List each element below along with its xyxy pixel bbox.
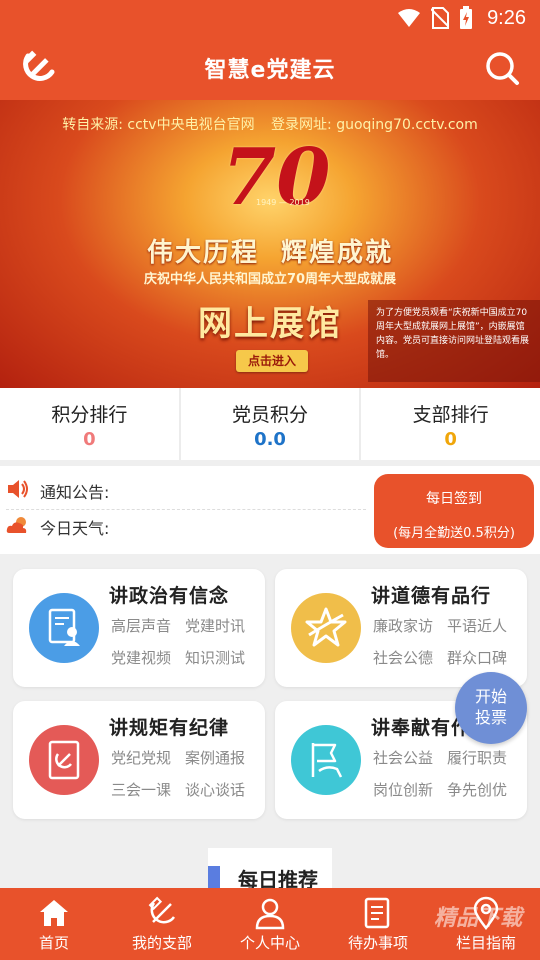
card-link[interactable]: 高层声音 [111, 615, 171, 636]
app-header: 智慧e党建云 [0, 36, 540, 100]
checkin-title: 每日签到 [426, 491, 482, 507]
nav-label: 待办事项 [347, 934, 408, 952]
banner-subtitle: 庆祝中华人民共和国成立70周年大型成就展 [143, 272, 397, 287]
stats-bar: 积分排行 0 党员积分 0.0 支部排行 0 [0, 388, 540, 460]
vote-line-2: 投票 [474, 708, 507, 727]
card-title: 讲规矩有纪律 [109, 717, 230, 739]
enter-button[interactable]: 点击进入 [236, 350, 308, 372]
daily-checkin-button[interactable]: 每日签到 (每月全勤送0.5积分) [374, 474, 534, 548]
card-link[interactable]: 岗位创新 [373, 779, 433, 800]
home-icon [37, 896, 71, 930]
daily-recommend-heading: 每日推荐 [208, 848, 332, 892]
heading-accent-bar [208, 866, 220, 888]
stat-value: 0 [444, 429, 457, 450]
card-link[interactable]: 廉政家访 [373, 615, 433, 636]
card-link[interactable]: 党建时讯 [185, 615, 245, 636]
card-link[interactable]: 社会公益 [373, 747, 433, 768]
card-link[interactable]: 党建视频 [111, 647, 171, 668]
weather-row: 今日天气: [6, 512, 109, 542]
nav-label: 我的支部 [131, 934, 192, 952]
stat-branch-ranking[interactable]: 支部排行 0 [361, 388, 540, 460]
card-link[interactable]: 知识测试 [185, 647, 245, 668]
stat-label: 积分排行 [51, 404, 128, 426]
banner-source-line: 转自来源: cctv中央电视台官网 登录网址: guoqing70.cctv.c… [0, 114, 540, 134]
slogan-right: 辉煌成就 [281, 238, 394, 268]
stat-label: 党员积分 [232, 404, 309, 426]
start-vote-button[interactable]: 开始 投票 [455, 672, 527, 744]
todo-icon [361, 896, 395, 930]
stat-member-points[interactable]: 党员积分 0.0 [181, 388, 362, 460]
nav-label: 栏目指南 [455, 934, 516, 952]
card-politics[interactable]: 讲政治有信念 高层声音 党建时讯 党建视频 知识测试 [13, 569, 265, 687]
wifi-icon [397, 8, 421, 28]
banner-url: 登录网址: guoqing70.cctv.com [271, 117, 478, 133]
slogan-left: 伟大历程 [146, 238, 259, 268]
page-title: 智慧e党建云 [204, 58, 336, 83]
stat-label: 支部排行 [412, 404, 489, 426]
flag-hands-icon [291, 725, 361, 795]
anniversary-emblem: 70 1949 — 2019 [222, 136, 331, 220]
card-link[interactable]: 党纪党规 [111, 747, 171, 768]
card-title: 讲道德有品行 [371, 585, 492, 607]
emblem-number: 70 [222, 132, 331, 223]
weather-icon [6, 515, 30, 539]
weather-label: 今日天气: [40, 519, 110, 538]
emblem-years: 1949 — 2019 [256, 198, 310, 207]
vote-line-1: 开始 [474, 687, 507, 706]
battery-charging-icon [459, 6, 473, 30]
nav-home[interactable]: 首页 [0, 888, 108, 960]
star-icon [291, 593, 361, 663]
nav-label: 个人中心 [239, 934, 300, 952]
promo-banner[interactable]: 转自来源: cctv中央电视台官网 登录网址: guoqing70.cctv.c… [0, 100, 540, 388]
status-bar: 9:26 [0, 0, 540, 36]
card-link[interactable]: 群众口碑 [447, 647, 507, 668]
search-icon[interactable] [484, 50, 520, 86]
divider [6, 509, 366, 510]
clock: 9:26 [487, 6, 526, 29]
card-link[interactable]: 争先创优 [447, 779, 507, 800]
card-morality[interactable]: 讲道德有品行 廉政家访 平语近人 社会公德 群众口碑 [275, 569, 527, 687]
no-sim-icon [431, 7, 450, 29]
document-person-icon [29, 593, 99, 663]
stat-points-ranking[interactable]: 积分排行 0 [0, 388, 181, 460]
card-link[interactable]: 社会公德 [373, 647, 433, 668]
stat-value: 0 [83, 429, 96, 450]
hammer-sickle-icon [145, 896, 179, 930]
card-title: 讲政治有信念 [109, 585, 230, 607]
notice-panel: 通知公告: 今日天气: 每日签到 (每月全勤送0.5积分) [0, 466, 540, 554]
nav-label: 首页 [38, 934, 69, 952]
card-link[interactable]: 履行职责 [447, 747, 507, 768]
announcement-row[interactable]: 通知公告: [6, 476, 109, 506]
nav-todo[interactable]: 待办事项 [324, 888, 432, 960]
watermark: 精品下载 [434, 906, 523, 931]
checkin-subtitle: (每月全勤送0.5积分) [393, 526, 515, 541]
speaker-icon [6, 478, 30, 504]
card-link[interactable]: 谈心谈话 [185, 779, 245, 800]
card-link[interactable]: 三会一课 [111, 779, 171, 800]
party-book-icon [29, 725, 99, 795]
card-link[interactable]: 平语近人 [447, 615, 507, 636]
announcement-label: 通知公告: [40, 483, 110, 502]
nav-my-branch[interactable]: 我的支部 [108, 888, 216, 960]
banner-hall-title: 网上展馆 [198, 304, 342, 344]
user-icon [253, 896, 287, 930]
card-discipline[interactable]: 讲规矩有纪律 党纪党规 案例通报 三会一课 谈心谈话 [13, 701, 265, 819]
banner-note: 为了方便党员观看“庆祝新中国成立70周年大型成就展网上展馆”，内嵌展馆内容。党员… [368, 300, 540, 382]
nav-personal-center[interactable]: 个人中心 [216, 888, 324, 960]
hammer-sickle-icon [18, 48, 58, 88]
stat-value: 0.0 [254, 429, 286, 450]
banner-source: 转自来源: cctv中央电视台官网 [62, 117, 255, 133]
card-link[interactable]: 案例通报 [185, 747, 245, 768]
banner-slogan: 伟大历程 辉煌成就 [0, 232, 540, 269]
